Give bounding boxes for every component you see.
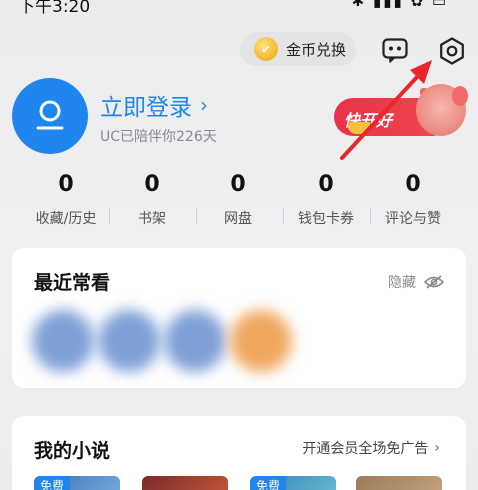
chevron-right-icon: › [200,93,208,117]
chevron-right-icon: › [434,440,440,456]
gold-ingot-icon [348,122,370,134]
free-tag: 免费 [34,476,71,490]
accompany-text: UC已陪伴你226天 [100,129,217,145]
eye-off-icon [424,275,444,289]
avatar[interactable] [12,78,88,154]
stat-label: 书架 [138,211,166,227]
novels-title: 我的小说 [34,440,111,462]
novels-card: 我的小说 开通会员全场免广告 › 免费 免费 [12,416,466,490]
stat-label: 收藏/历史 [35,211,97,227]
stat-label: 钱包卡券 [298,211,354,227]
recent-title: 最近常看 [34,272,111,294]
stat-bookshelf[interactable]: 0 书架 [108,172,196,228]
stat-favorites-history[interactable]: 0 收藏/历史 [22,172,110,228]
novel-cover[interactable] [356,476,442,490]
recent-item[interactable] [230,310,292,372]
vip-label: 开通会员全场免广告 [302,441,429,457]
status-bar: 下午3:20 ✱ ▮▮▮ ✿ ▭ [0,0,478,14]
vip-ad-free-link[interactable]: 开通会员全场免广告 › [302,438,440,458]
stat-value: 0 [144,172,160,197]
stats-row: 0 收藏/历史 0 书架 0 网盘 0 钱包卡券 0 评论与赞 [22,172,454,232]
stat-cloud-drive[interactable]: 0 网盘 [194,172,282,228]
promo-banner[interactable]: 快开好 [334,84,468,148]
stat-wallet-coupons[interactable]: 0 钱包卡券 [282,172,370,228]
user-avatar-icon [36,100,64,130]
login-label: 立即登录 [100,95,192,121]
recent-card: 最近常看 隐藏 [12,248,466,388]
stat-value: 0 [405,172,421,197]
status-icons: ✱ ▮▮▮ ✿ ▭ [351,0,448,10]
balloon-icon [452,86,468,106]
gear-icon[interactable] [437,36,467,66]
stat-value: 0 [58,172,74,197]
recent-item[interactable] [164,310,226,372]
stat-value: 0 [230,172,246,197]
free-tag: 免费 [250,476,287,490]
status-time: 下午3:20 [18,0,91,14]
hide-button[interactable]: 隐藏 [388,272,444,292]
coin-icon: ✔ [254,37,278,61]
stat-label: 网盘 [224,211,252,227]
coin-exchange-button[interactable]: ✔ 金币兑换 [240,32,356,66]
login-link[interactable]: 立即登录 › [100,88,208,122]
hide-label: 隐藏 [388,275,416,291]
stat-value: 0 [318,172,334,197]
stat-label: 评论与赞 [385,211,441,227]
stat-comments-likes[interactable]: 0 评论与赞 [369,172,457,228]
coin-exchange-label: 金币兑换 [286,40,347,59]
recent-item[interactable] [32,310,94,372]
novel-cover[interactable]: 免费 [34,476,120,490]
novel-cover[interactable]: 免费 [250,476,336,490]
novel-cover[interactable] [142,476,228,490]
recent-item[interactable] [98,310,160,372]
message-dots-icon[interactable] [381,36,409,64]
